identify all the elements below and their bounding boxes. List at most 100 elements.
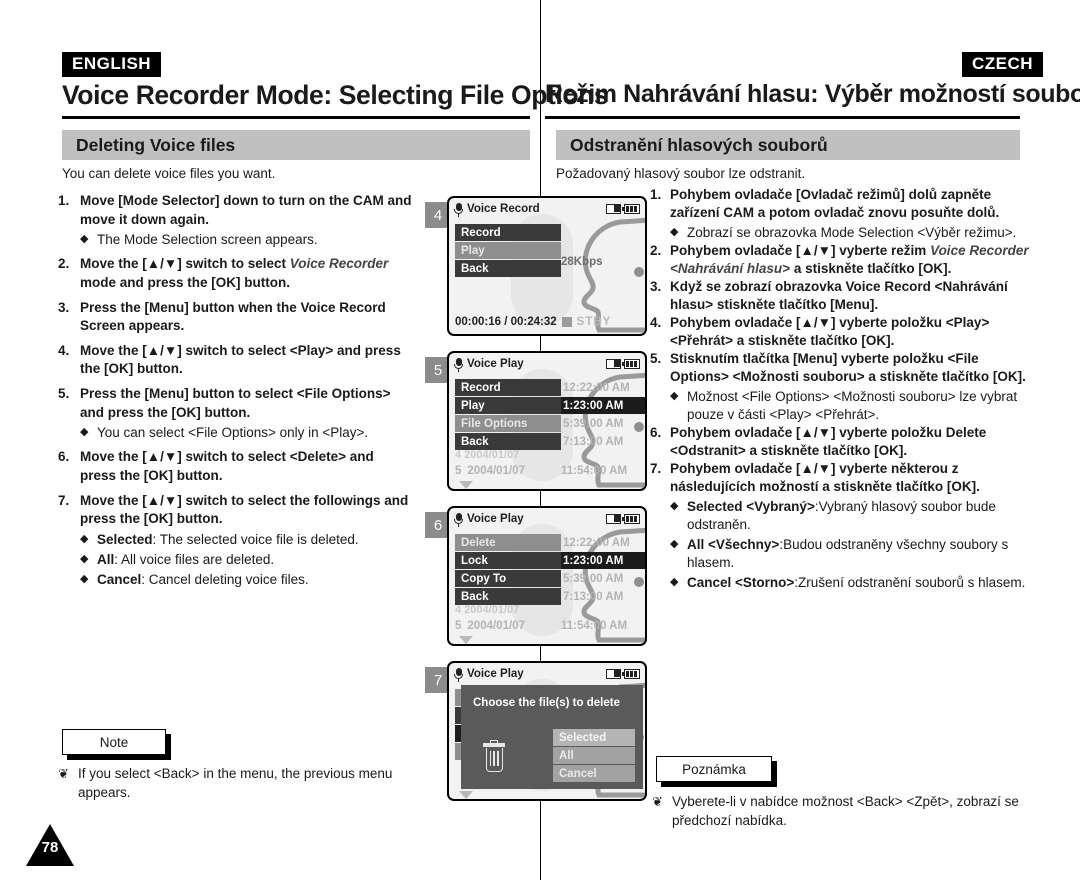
file-list-row[interactable]: 5:39:00 AM <box>561 415 645 432</box>
lcd-menu-list: Record Play File Options Back <box>455 379 561 451</box>
scroll-down-caret-icon[interactable] <box>459 791 473 799</box>
battery-icon <box>622 204 640 214</box>
instruction-step: 6. Move the [▲/▼] switch to select <Delet… <box>58 448 413 485</box>
menu-item-play[interactable]: Play <box>455 242 561 259</box>
step-bullet-label: All <Všechny> <box>687 536 780 552</box>
scroll-down-caret-icon[interactable] <box>459 636 473 644</box>
step-body: Pohybem ovladače [▲/▼] vyberte položku D… <box>670 424 1038 460</box>
instruction-step: 5. Stisknutím tlačítka [Menu] vyberte pol… <box>650 350 1038 424</box>
step-bullet-label: Selected <Vybraný> <box>687 498 815 514</box>
file-list-row[interactable]: 1:23:00 AM <box>561 552 645 569</box>
file-list-row[interactable]: 12:22:00 AM <box>561 534 645 551</box>
step-text-part: a stiskněte tlačítko [OK]. <box>790 260 952 276</box>
step-body: Pohybem ovladače [▲/▼] vyberte položku <… <box>670 314 1038 350</box>
instruction-step: 2. Move the [▲/▼] switch to select Voice … <box>58 255 413 292</box>
file-index: 5 <box>455 465 462 477</box>
lcd-panel: Voice Play 12:22:00 AM 1:23:00 AM 5:39:00 A… <box>447 351 647 491</box>
menu-item-record[interactable]: Record <box>455 379 561 396</box>
step-bullet: ◆ Možnost <File Options> <Možnosti soubor… <box>670 388 1038 424</box>
step-main-text: Stisknutím tlačítka [Menu] vyberte polož… <box>670 350 1026 384</box>
file-list-row[interactable]: 5 2004/01/07 11:54:00 AM <box>455 465 627 477</box>
menu-item-file-options[interactable]: File Options <box>455 415 561 432</box>
step-bullet: ◆ Cancel <Storno>:Zrušení odstranění soub… <box>670 574 1038 592</box>
section-heading-czech: Odstranění hlasových souborů <box>556 130 1020 160</box>
step-bullet-text: You can select <File Options> only in <P… <box>97 425 369 441</box>
memory-card-icon <box>606 514 621 524</box>
file-time: 11:54:00 AM <box>561 465 628 477</box>
file-list-row[interactable]: 5:39:00 AM <box>561 570 645 587</box>
menu-item-back[interactable]: Back <box>455 433 561 450</box>
step-bullet: ◆ All: All voice files are deleted. <box>80 551 413 569</box>
diamond-bullet-icon: ◆ <box>80 532 89 545</box>
lcd-mode-title: Voice Play <box>467 513 524 525</box>
file-list-row[interactable]: 12:22:00 AM <box>561 379 645 396</box>
delete-confirm-dialog: Choose the file(s) to delete Selected All C… <box>461 685 643 789</box>
step-body: Když se zobrazí obrazovka Voice Record <… <box>670 278 1038 314</box>
page-title-english: Voice Recorder Mode: Selecting File Opti… <box>62 80 609 110</box>
menu-item-delete[interactable]: Delete <box>455 534 561 551</box>
intro-text-czech: Požadovaný hlasový soubor lze odstranit. <box>556 166 806 181</box>
step-body: Press the [Menu] button to select <File … <box>80 385 413 442</box>
file-list-row[interactable]: 7:13:00 AM <box>561 433 645 450</box>
instruction-step: 1. Pohybem ovladače [Ovladač režimů] dolů… <box>650 186 1038 242</box>
note-marker-icon: ❦ <box>58 766 69 781</box>
menu-item-copy-to[interactable]: Copy To <box>455 570 561 587</box>
menu-item-play[interactable]: Play <box>455 397 561 414</box>
step-body: Press the [Menu] button when the Voice R… <box>80 299 413 336</box>
dialog-option-selected[interactable]: Selected <box>553 729 635 746</box>
diamond-bullet-icon: ◆ <box>670 575 679 588</box>
lcd-menu-list: Delete Lock Copy To Back <box>455 534 561 606</box>
lcd-mode-title: Voice Record <box>467 203 540 215</box>
instruction-step: 6. Pohybem ovladače [▲/▼] vyberte položku… <box>650 424 1038 460</box>
bitrate-label: 28Kbps <box>561 256 603 268</box>
diamond-bullet-icon: ◆ <box>670 225 679 238</box>
file-time-list: 12:22:00 AM 1:23:00 AM 5:39:00 AM 7:13:00 A… <box>561 534 645 606</box>
diamond-bullet-icon: ◆ <box>80 426 89 439</box>
memory-card-icon <box>606 204 621 214</box>
step-bullet-text: Cancel <Storno>:Zrušení odstranění soubo… <box>687 574 1038 592</box>
menu-item-back[interactable]: Back <box>455 260 561 277</box>
file-date: 2004/01/07 <box>467 620 525 632</box>
file-index: 5 <box>455 620 462 632</box>
note-body-czech: Vyberete-li v nabídce možnost <Back> <Zp… <box>672 794 1019 828</box>
scroll-down-caret-icon[interactable] <box>459 481 473 489</box>
title-rule-english <box>62 116 530 119</box>
file-list-row[interactable]: 1:23:00 AM <box>561 397 645 414</box>
note-text-english: ❦ If you select <Back> in the menu, the … <box>58 765 418 802</box>
lcd-panel: Voice Play 12:22:00 AM 1:23:00 AM 5:39:00 A… <box>447 506 647 646</box>
diamond-bullet-icon: ◆ <box>670 389 679 402</box>
step-main-text: Move [Mode Selector] down to turn on the… <box>80 193 412 227</box>
menu-item-record[interactable]: Record <box>455 224 561 241</box>
microphone-icon <box>454 357 463 372</box>
step-text-part: mode and press the [OK] button. <box>80 274 291 290</box>
page-number-badge: 78 <box>26 824 74 866</box>
page-title-czech: Režim Nahrávání hlasu: Výběr možností so… <box>545 80 1080 108</box>
file-date: 2004/01/07 <box>467 465 525 477</box>
instruction-step: 5. Press the [Menu] button to select <Fil… <box>58 385 413 442</box>
step-bullet: ◆ Selected: The selected voice file is de… <box>80 531 413 549</box>
diamond-bullet-icon: ◆ <box>80 233 89 246</box>
step-bullet-text: All <Všechny>:Budou odstraněny všechny s… <box>687 536 1038 572</box>
dialog-option-cancel[interactable]: Cancel <box>553 765 635 782</box>
dialog-options: Selected All Cancel <box>553 729 635 783</box>
dialog-option-all[interactable]: All <box>553 747 635 764</box>
instruction-step: 3. Press the [Menu] button when the Voice… <box>58 299 413 336</box>
menu-item-lock[interactable]: Lock <box>455 552 561 569</box>
step-main-text: Pohybem ovladače [▲/▼] vyberte položku D… <box>670 424 987 458</box>
step-body: Stisknutím tlačítka [Menu] vyberte polož… <box>670 350 1038 424</box>
battery-icon <box>622 669 640 679</box>
lcd-status-icons <box>606 359 640 369</box>
step-main-text: Move the [▲/▼] switch to select Voice Re… <box>80 255 413 292</box>
step-number: 3. <box>58 299 70 315</box>
step-number: 1. <box>58 193 70 208</box>
note-marker-icon-czech: ❦ <box>652 794 663 809</box>
file-list-row[interactable]: 5 2004/01/07 11:54:00 AM <box>455 620 627 632</box>
lcd-header: Voice Record <box>449 198 645 220</box>
instruction-step: 3. Když se zobrazí obrazovka Voice Record… <box>650 278 1038 314</box>
step-bullet-label: Selected <box>97 531 153 547</box>
standby-label: STBY <box>576 316 612 328</box>
file-list-row[interactable]: 7:13:00 AM <box>561 588 645 605</box>
battery-icon <box>622 359 640 369</box>
step-main-text: Pohybem ovladače [▲/▼] vyberte položku <… <box>670 314 990 348</box>
menu-item-back[interactable]: Back <box>455 588 561 605</box>
